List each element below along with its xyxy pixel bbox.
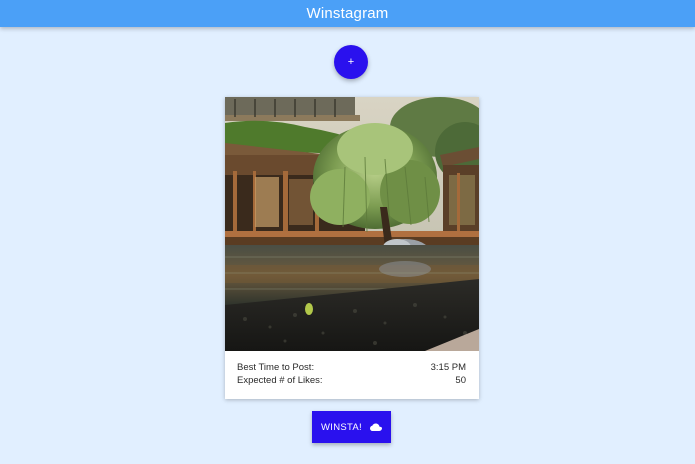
photo-card: Best Time to Post: 3:15 PM Expected # of… — [225, 97, 479, 399]
post-photo — [225, 97, 479, 351]
plus-icon: + — [347, 56, 355, 68]
winsta-button-label: WINSTA! — [321, 421, 362, 433]
best-time-label: Best Time to Post: — [237, 362, 315, 373]
post-info: Best Time to Post: 3:15 PM Expected # of… — [237, 361, 466, 387]
expected-likes-label: Expected # of Likes: — [237, 375, 323, 386]
add-photo-button[interactable]: + — [334, 45, 368, 79]
best-time-row: Best Time to Post: 3:15 PM — [237, 361, 466, 374]
winsta-button[interactable]: WINSTA! — [312, 411, 391, 443]
expected-likes-row: Expected # of Likes: 50 — [237, 374, 466, 387]
expected-likes-value: 50 — [455, 375, 466, 386]
app-title: Winstagram — [306, 5, 389, 22]
cloud-icon — [369, 423, 382, 431]
best-time-value: 3:15 PM — [430, 362, 466, 373]
app-header: Winstagram — [0, 0, 695, 27]
